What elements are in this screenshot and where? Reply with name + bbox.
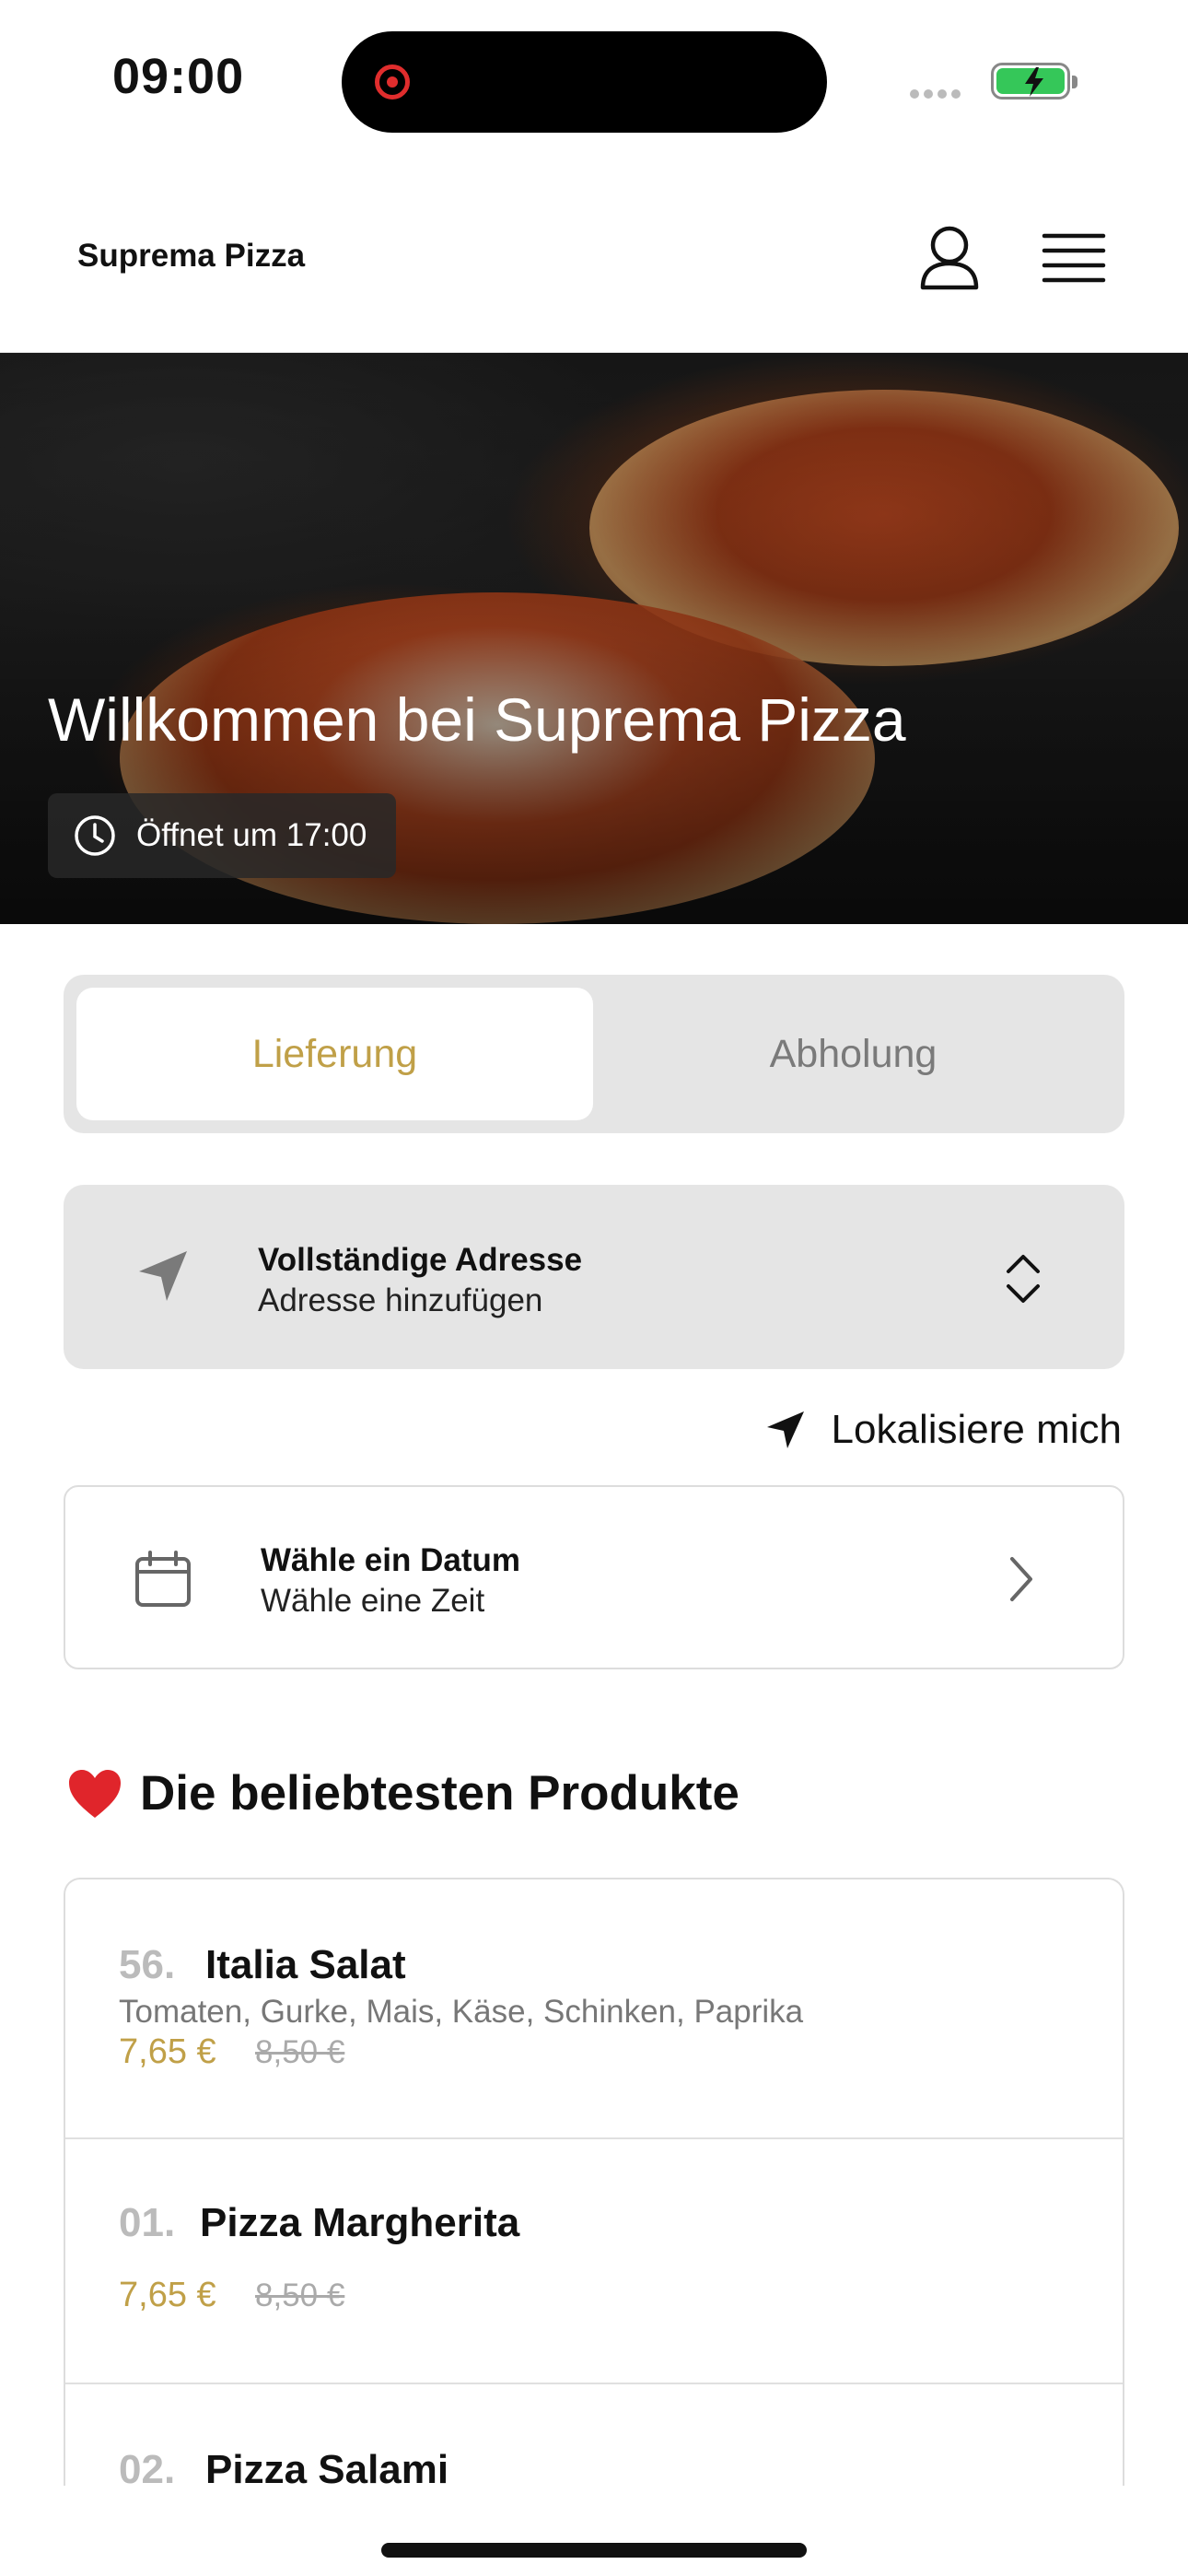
calendar-icon	[135, 1551, 191, 1607]
hero-banner: Willkommen bei Suprema Pizza Öffnet um 1…	[0, 353, 1188, 924]
tab-pickup[interactable]: Abholung	[595, 988, 1112, 1120]
product-name: Pizza Salami	[205, 2447, 449, 2486]
product-item[interactable]: 56. Italia Salat Tomaten, Gurke, Mais, K…	[65, 1879, 1123, 2139]
status-time: 09:00	[112, 49, 245, 104]
delivery-mode-toggle: Lieferung Abholung	[64, 975, 1124, 1133]
location-arrow-icon	[766, 1411, 804, 1448]
product-price: 7,65 €	[119, 2032, 216, 2071]
address-subtitle: Adresse hinzufügen	[258, 1282, 543, 1318]
account-button[interactable]	[912, 221, 987, 297]
product-description: Tomaten, Gurke, Mais, Käse, Schinken, Pa…	[119, 1994, 804, 2030]
product-number: 01.	[119, 2200, 176, 2245]
date-title: Wähle ein Datum	[261, 1542, 520, 1578]
clock-icon	[75, 815, 115, 856]
chevron-right-icon	[1010, 1557, 1032, 1601]
time-subtitle: Wähle eine Zeit	[261, 1583, 485, 1619]
signal-icon	[910, 87, 965, 103]
menu-button[interactable]	[1039, 228, 1109, 289]
opening-hours-badge: Öffnet um 17:00	[48, 793, 397, 878]
product-old-price: 8,50 €	[255, 2277, 345, 2313]
product-list: 56. Italia Salat Tomaten, Gurke, Mais, K…	[64, 1878, 1124, 2486]
navigation-arrow-icon	[139, 1251, 187, 1301]
tab-delivery[interactable]: Lieferung	[76, 988, 593, 1120]
product-name: Italia Salat	[205, 1942, 406, 1987]
locate-me-label: Lokalisiere mich	[831, 1407, 1122, 1452]
address-title: Vollständige Adresse	[258, 1242, 583, 1278]
hero-title: Willkommen bei Suprema Pizza	[48, 685, 906, 754]
product-number: 02.	[119, 2447, 176, 2486]
hamburger-menu-icon	[1042, 233, 1106, 283]
dynamic-island	[342, 31, 827, 133]
product-item[interactable]: 02. Pizza Salami	[65, 2384, 1123, 2486]
user-icon	[920, 226, 979, 290]
locate-me-button[interactable]: Lokalisiere mich	[765, 1400, 1122, 1459]
battery-charging-icon	[991, 63, 1077, 100]
heart-icon	[69, 1769, 121, 1818]
address-selector[interactable]: Vollständige Adresse Adresse hinzufügen	[64, 1185, 1124, 1369]
popular-products-heading: Die beliebtesten Produkte	[66, 1765, 740, 1821]
popular-heading-text: Die beliebtesten Produkte	[140, 1766, 740, 1821]
opening-hours-text: Öffnet um 17:00	[136, 817, 367, 853]
chevron-up-down-icon	[1007, 1255, 1040, 1303]
date-time-selector[interactable]: Wähle ein Datum Wähle eine Zeit	[64, 1485, 1124, 1669]
product-number: 56.	[119, 1942, 176, 1987]
product-item[interactable]: 01. Pizza Margherita 7,65 € 8,50 €	[65, 2139, 1123, 2384]
app-title: Suprema Pizza	[77, 238, 306, 274]
product-name: Pizza Margherita	[200, 2200, 520, 2245]
home-indicator[interactable]	[381, 2543, 807, 2558]
product-old-price: 8,50 €	[255, 2034, 345, 2070]
product-price: 7,65 €	[119, 2276, 216, 2314]
recording-icon	[375, 64, 410, 100]
